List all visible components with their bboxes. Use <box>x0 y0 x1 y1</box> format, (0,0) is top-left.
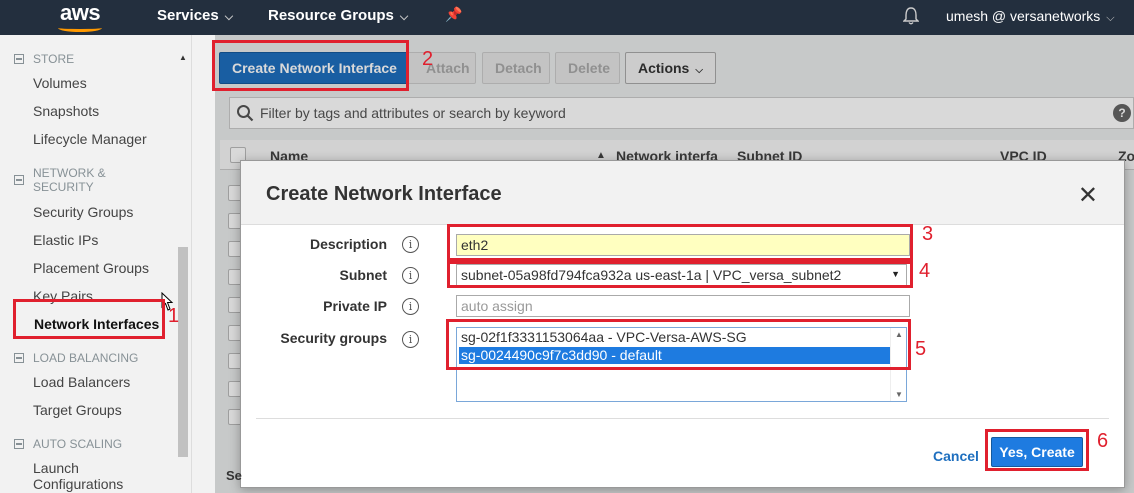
section-label: AUTO SCALING <box>33 437 123 451</box>
annotation-box-2 <box>212 40 409 91</box>
private-ip-label: Private IP <box>323 298 387 314</box>
private-ip-placeholder: auto assign <box>461 298 533 314</box>
bell-icon[interactable] <box>903 6 919 26</box>
sidebar-item-volumes[interactable]: Volumes <box>33 75 87 91</box>
annotation-number-5: 5 <box>915 338 927 360</box>
partial-text: Se <box>226 468 242 483</box>
collapse-icon <box>14 353 24 363</box>
pin-icon[interactable]: 📌 <box>445 6 462 23</box>
chevron-down-icon: ⌵ <box>224 11 234 23</box>
sidebar-item-target-groups[interactable]: Target Groups <box>33 402 122 418</box>
sidebar-item-elastic-ips[interactable]: Elastic IPs <box>33 232 98 248</box>
collapse-icon <box>14 54 24 64</box>
scroll-up-icon[interactable]: ▲ <box>179 53 187 62</box>
divider <box>256 418 1109 419</box>
resource-groups-menu[interactable]: Resource Groups ⌵ <box>268 7 408 24</box>
sidebar-item-snapshots[interactable]: Snapshots <box>33 103 99 119</box>
sidebar-item-lifecycle-manager[interactable]: Lifecycle Manager <box>33 131 147 147</box>
close-icon[interactable]: ✕ <box>1078 181 1098 210</box>
dialog-header: Create Network Interface ✕ <box>241 161 1124 225</box>
sidebar-section-network-security[interactable]: NETWORK & SECURITY <box>14 166 106 194</box>
private-ip-input[interactable]: auto assign <box>456 295 910 317</box>
description-label: Description <box>309 236 387 252</box>
aws-logo[interactable]: aws <box>60 0 101 26</box>
section-label: NETWORK & SECURITY <box>33 166 106 194</box>
sidebar-section-store[interactable]: STORE <box>14 52 74 66</box>
subnet-label: Subnet <box>339 267 387 283</box>
aws-logo-smile-icon <box>58 24 102 32</box>
collapse-icon <box>14 439 24 449</box>
info-icon[interactable]: i <box>402 267 419 284</box>
sidebar-item-security-groups[interactable]: Security Groups <box>33 204 133 220</box>
annotation-box-3 <box>447 224 913 261</box>
collapse-icon <box>14 175 24 185</box>
sidebar-section-auto-scaling[interactable]: AUTO SCALING <box>14 437 122 451</box>
services-menu[interactable]: Services ⌵ <box>157 7 233 24</box>
annotation-number-3: 3 <box>922 223 934 245</box>
sidebar-item-placement-groups[interactable]: Placement Groups <box>33 260 149 276</box>
annotation-box-5 <box>446 319 911 370</box>
chevron-down-icon: ⌵ <box>1106 12 1115 24</box>
top-nav: aws Services ⌵ Resource Groups ⌵ 📌 umesh @… <box>0 0 1134 35</box>
info-icon[interactable]: i <box>402 331 419 348</box>
section-label: STORE <box>33 52 75 66</box>
annotation-number-4: 4 <box>919 260 931 282</box>
chevron-down-icon: ⌵ <box>399 11 409 23</box>
annotation-number-6: 6 <box>1097 430 1109 452</box>
annotation-number-2: 2 <box>422 48 434 70</box>
annotation-box-4 <box>447 261 913 288</box>
info-icon[interactable]: i <box>402 236 419 253</box>
info-icon[interactable]: i <box>402 298 419 315</box>
services-label: Services <box>157 7 219 24</box>
user-name: umesh @ versanetworks <box>946 8 1101 24</box>
section-label: LOAD BALANCING <box>33 351 139 365</box>
cancel-button[interactable]: Cancel <box>933 448 979 464</box>
annotation-box-6 <box>985 429 1089 471</box>
sidebar-section-load-balancing[interactable]: LOAD BALANCING <box>14 351 138 365</box>
dialog-title: Create Network Interface <box>266 183 502 205</box>
scroll-down-icon[interactable]: ▼ <box>895 390 903 399</box>
sidebar-item-launch-configurations[interactable]: Launch Configurations <box>33 460 133 492</box>
scrollbar-thumb[interactable] <box>178 247 188 457</box>
sidebar-scrollbar[interactable]: ▲ <box>176 35 190 493</box>
resource-groups-label: Resource Groups <box>268 7 394 24</box>
security-groups-label: Security groups <box>280 330 387 346</box>
annotation-number-1: 1 <box>168 305 180 327</box>
user-menu[interactable]: umesh @ versanetworks ⌵ <box>946 8 1115 25</box>
sidebar: STORE Volumes Snapshots Lifecycle Manage… <box>0 35 192 493</box>
annotation-box-1 <box>13 299 165 339</box>
sidebar-item-load-balancers[interactable]: Load Balancers <box>33 374 130 390</box>
